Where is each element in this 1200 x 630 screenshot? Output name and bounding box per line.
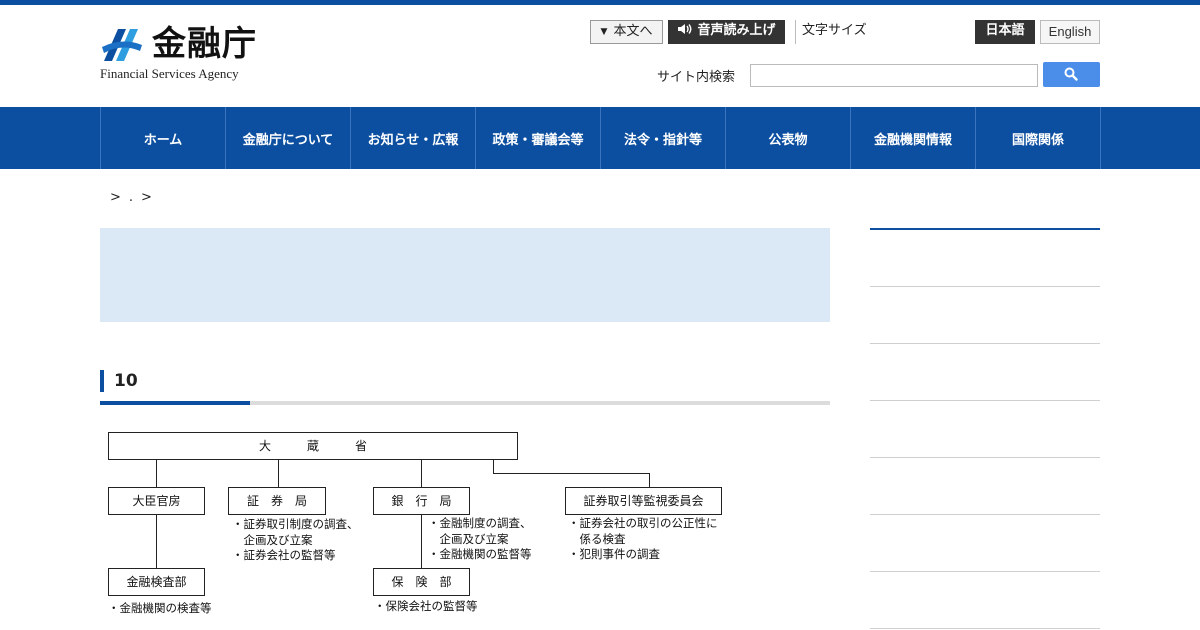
skip-to-content-button[interactable]: ▼ 本文へ	[590, 20, 663, 44]
breadcrumb-separator: >	[141, 190, 152, 205]
triangle-down-icon: ▼	[600, 27, 608, 37]
search-icon	[1064, 67, 1078, 81]
breadcrumb-separator: >	[110, 190, 121, 205]
sidebar-divider	[870, 457, 1100, 458]
org-box-ministry-of-finance: 大 蔵 省	[108, 432, 518, 460]
org-box-banking-bureau: 銀 行 局	[373, 487, 470, 515]
nav-item-laws[interactable]: 法令・指針等	[601, 107, 726, 169]
nav-item-international[interactable]: 国際関係	[976, 107, 1101, 169]
note-line: 企画及び立案	[232, 532, 313, 547]
nav-item-news[interactable]: お知らせ・広報	[351, 107, 476, 169]
banking-bureau-notes: ・金融制度の調査、 企画及び立案 ・金融機関の監督等	[428, 516, 532, 563]
site-search-input[interactable]	[750, 64, 1038, 87]
connector-line	[156, 459, 157, 488]
note-line: ・金融機関の検査等	[108, 601, 212, 615]
org-box-securities-bureau: 証 券 局	[228, 487, 326, 515]
connector-line	[493, 473, 650, 474]
connector-line	[421, 514, 422, 569]
sidebar-divider	[870, 628, 1100, 629]
securities-bureau-notes: ・証券取引制度の調査、 企画及び立案 ・証券会社の監督等	[232, 517, 359, 564]
connector-line	[493, 459, 494, 473]
insurance-department-notes: ・保険会社の監督等	[374, 599, 478, 615]
org-box-minister-secretariat: 大臣官房	[108, 487, 205, 515]
language-japanese-button[interactable]: 日本語	[975, 20, 1035, 44]
search-button[interactable]	[1043, 62, 1100, 87]
note-line: ・証券会社の監督等	[232, 548, 336, 562]
connector-line	[649, 473, 650, 488]
org-box-insurance-department: 保 険 部	[373, 568, 470, 596]
nav-item-about[interactable]: 金融庁について	[226, 107, 351, 169]
breadcrumb: >. >	[110, 190, 160, 205]
top-accent-bar	[0, 0, 1200, 5]
note-line: ・証券取引制度の調査、	[232, 517, 359, 531]
logo-text-en: Financial Services Agency	[100, 66, 239, 81]
sidebar-divider	[870, 286, 1100, 287]
note-line: 係る検査	[568, 531, 626, 546]
global-navigation: ホーム 金融庁について お知らせ・広報 政策・審議会等 法令・指針等 公表物 金…	[0, 107, 1200, 169]
note-line: ・証券会社の取引の公正性に	[568, 516, 718, 530]
inspection-department-notes: ・金融機関の検査等	[108, 601, 212, 617]
sidebar-divider	[870, 514, 1100, 515]
nav-item-publications[interactable]: 公表物	[726, 107, 851, 169]
speaker-icon	[678, 24, 692, 34]
nav-item-policy[interactable]: 政策・審議会等	[476, 107, 601, 169]
skip-label: 本文へ	[613, 24, 653, 39]
org-box-inspection-department: 金融検査部	[108, 568, 205, 596]
breadcrumb-item[interactable]: .	[129, 190, 133, 205]
sesc-notes: ・証券会社の取引の公正性に 係る検査 ・犯則事件の調査	[568, 516, 718, 563]
section-heading: 10	[100, 370, 138, 392]
sidebar-top-rule	[870, 228, 1100, 230]
org-box-sesc: 証券取引等監視委員会	[565, 487, 722, 515]
sidebar-divider	[870, 571, 1100, 572]
fsa-logo-mark-icon	[102, 29, 142, 61]
note-line: ・金融機関の監督等	[428, 547, 532, 561]
note-line: ・保険会社の監督等	[374, 599, 478, 613]
note-line: 企画及び立案	[428, 531, 509, 546]
sidebar-divider	[870, 343, 1100, 344]
voice-label: 音声読み上げ	[697, 23, 776, 38]
fsa-logo[interactable]: 金融庁 Financial Services Agency	[100, 22, 270, 84]
logo-text-jp: 金融庁	[152, 24, 257, 64]
section-heading-rule	[100, 401, 830, 405]
note-line: ・犯則事件の調査	[568, 547, 660, 561]
text-to-speech-button[interactable]: 音声読み上げ	[668, 20, 785, 44]
connector-line	[278, 459, 279, 488]
lead-box	[100, 228, 830, 322]
site-search-label: サイト内検索	[657, 70, 736, 85]
sidebar-divider	[870, 400, 1100, 401]
connector-line	[156, 514, 157, 569]
connector-line	[421, 459, 422, 488]
organization-chart: 大 蔵 省 大臣官房 証 券 局 銀 行 局 証券取引等監視委員会 金融検査部 …	[100, 425, 740, 630]
section-heading-accent	[100, 401, 250, 405]
language-english-button[interactable]: English	[1040, 20, 1100, 44]
nav-item-home[interactable]: ホーム	[101, 107, 226, 169]
nav-item-institutions[interactable]: 金融機関情報	[851, 107, 976, 169]
note-line: ・金融制度の調査、	[428, 516, 532, 530]
font-size-control[interactable]: 文字サイズ	[795, 20, 885, 44]
